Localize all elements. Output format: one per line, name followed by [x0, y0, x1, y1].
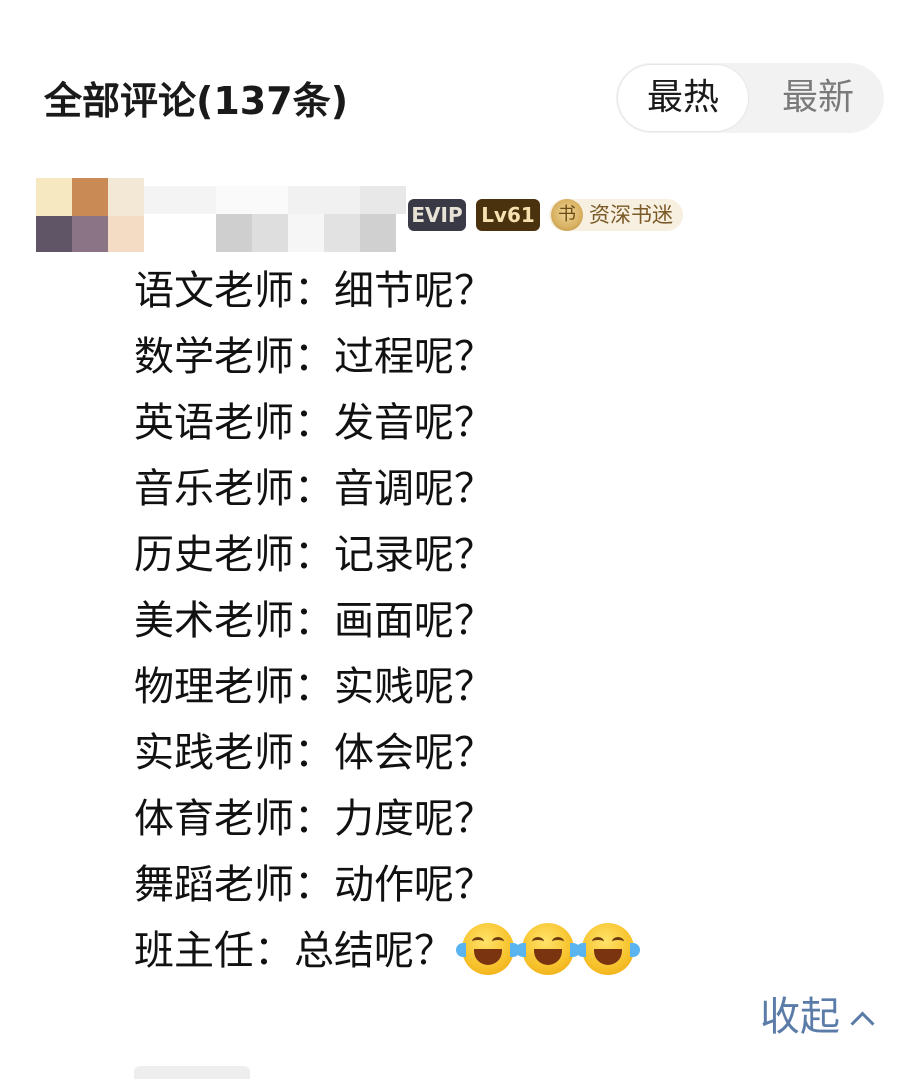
comment-line: 英语老师：发音呢？	[134, 400, 494, 446]
comment-line: 历史老师：记录呢？	[134, 532, 494, 578]
book-fan-icon: 书	[551, 199, 583, 231]
sort-hot-button[interactable]: 最热	[618, 65, 748, 131]
sort-toggle: 最热 最新	[616, 63, 884, 133]
comments-header-title: 全部评论(137条)	[44, 79, 349, 123]
username-redacted[interactable]	[144, 186, 406, 252]
laughing-tears-emoji-icon	[516, 923, 580, 975]
collapse-label: 收起	[760, 994, 840, 1040]
laughing-tears-emoji-icon	[456, 923, 520, 975]
comment-line: 美术老师：画面呢？	[134, 598, 494, 644]
comment-line: 音乐老师：音调呢？	[134, 466, 494, 512]
comment-line: 物理老师：实贱呢？	[134, 664, 494, 710]
collapse-button[interactable]: 收起	[760, 990, 875, 1044]
next-comment-avatar[interactable]	[134, 1066, 250, 1079]
fan-title-label: 资深书迷	[589, 203, 673, 227]
comment-line: 舞蹈老师：动作呢？	[134, 862, 494, 908]
comment-last-line: 班主任：总结呢？	[134, 918, 874, 984]
comment-line: 实践老师：体会呢？	[134, 730, 494, 776]
comment-line-text: 班主任：总结呢？	[134, 928, 454, 974]
fan-title-badge: 书 资深书迷	[549, 199, 683, 231]
laughing-tears-emoji-icon	[576, 923, 640, 975]
sort-new-button[interactable]: 最新	[752, 63, 884, 133]
comment-body: 语文老师：细节呢？ 数学老师：过程呢？ 英语老师：发音呢？ 音乐老师：音调呢？ …	[134, 258, 874, 984]
level-badge: Lv61	[476, 199, 540, 231]
comment-line: 数学老师：过程呢？	[134, 334, 494, 380]
vip-badge: EVIP	[408, 199, 466, 231]
comment-line: 体育老师：力度呢？	[134, 796, 494, 842]
comment-line: 语文老师：细节呢？	[134, 268, 494, 314]
chevron-up-icon	[850, 1011, 875, 1036]
avatar[interactable]	[36, 178, 144, 252]
